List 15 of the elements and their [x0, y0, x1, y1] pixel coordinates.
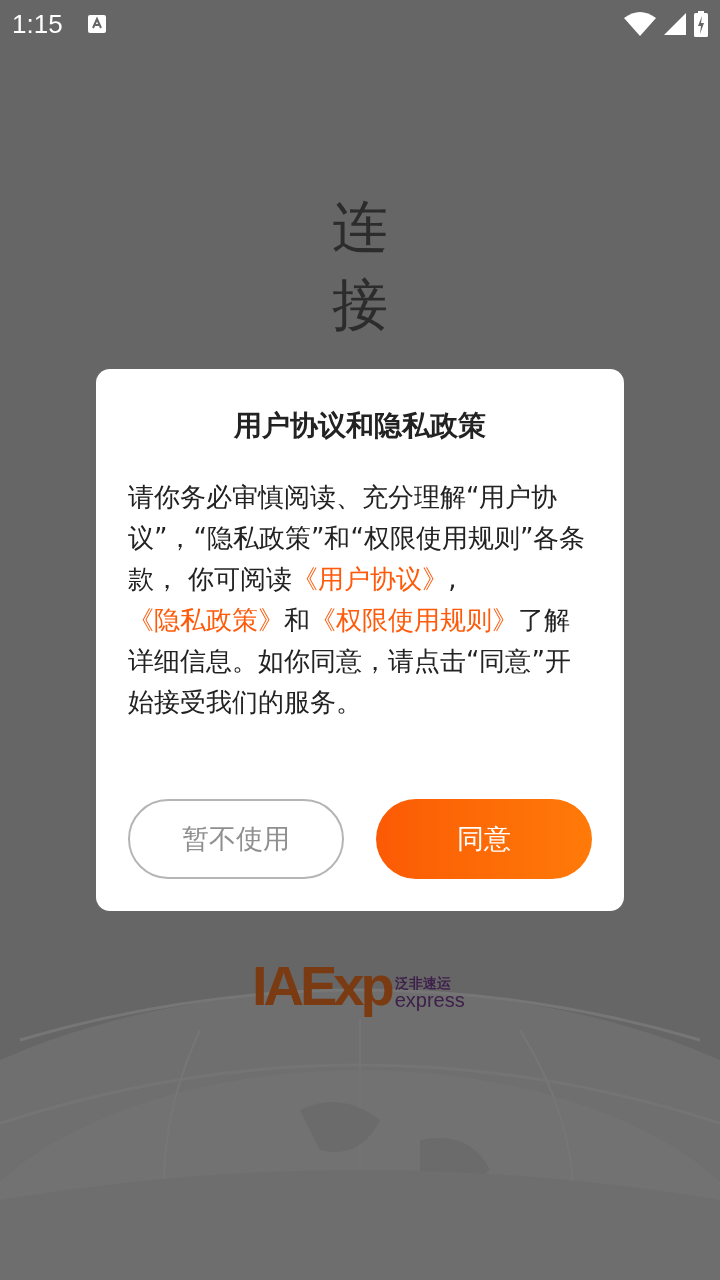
decline-button[interactable]: 暂不使用: [128, 799, 344, 879]
logo-chinese-name: 泛非速运: [394, 976, 452, 990]
logo-english-name: express: [394, 990, 465, 1010]
signal-icon: [664, 13, 686, 35]
battery-charging-icon: [694, 11, 708, 37]
dialog-title: 用户协议和隐私政策: [233, 408, 487, 444]
agree-button[interactable]: 同意: [376, 799, 592, 879]
vertical-title: 连接: [332, 193, 388, 340]
policy-link[interactable]: 《权限使用规则》: [310, 605, 518, 635]
policy-link[interactable]: 《用户协议》: [292, 564, 449, 594]
status-time: 1:15: [12, 7, 63, 41]
dialog-message: 请你务必审慎阅读、充分理解“用户协议”，“隐私政策”和“权限使用规则”各条款， 你可阅读《用户协议》, 《隐私政策》和《权限使用规则》了解详细信息。如你同意，请点击“同意”开始接受我们的服务。: [128, 481, 587, 719]
wifi-icon: [624, 12, 656, 36]
keyboard-notification-icon: [86, 14, 107, 34]
policy-link[interactable]: 《隐私政策》: [128, 605, 284, 635]
